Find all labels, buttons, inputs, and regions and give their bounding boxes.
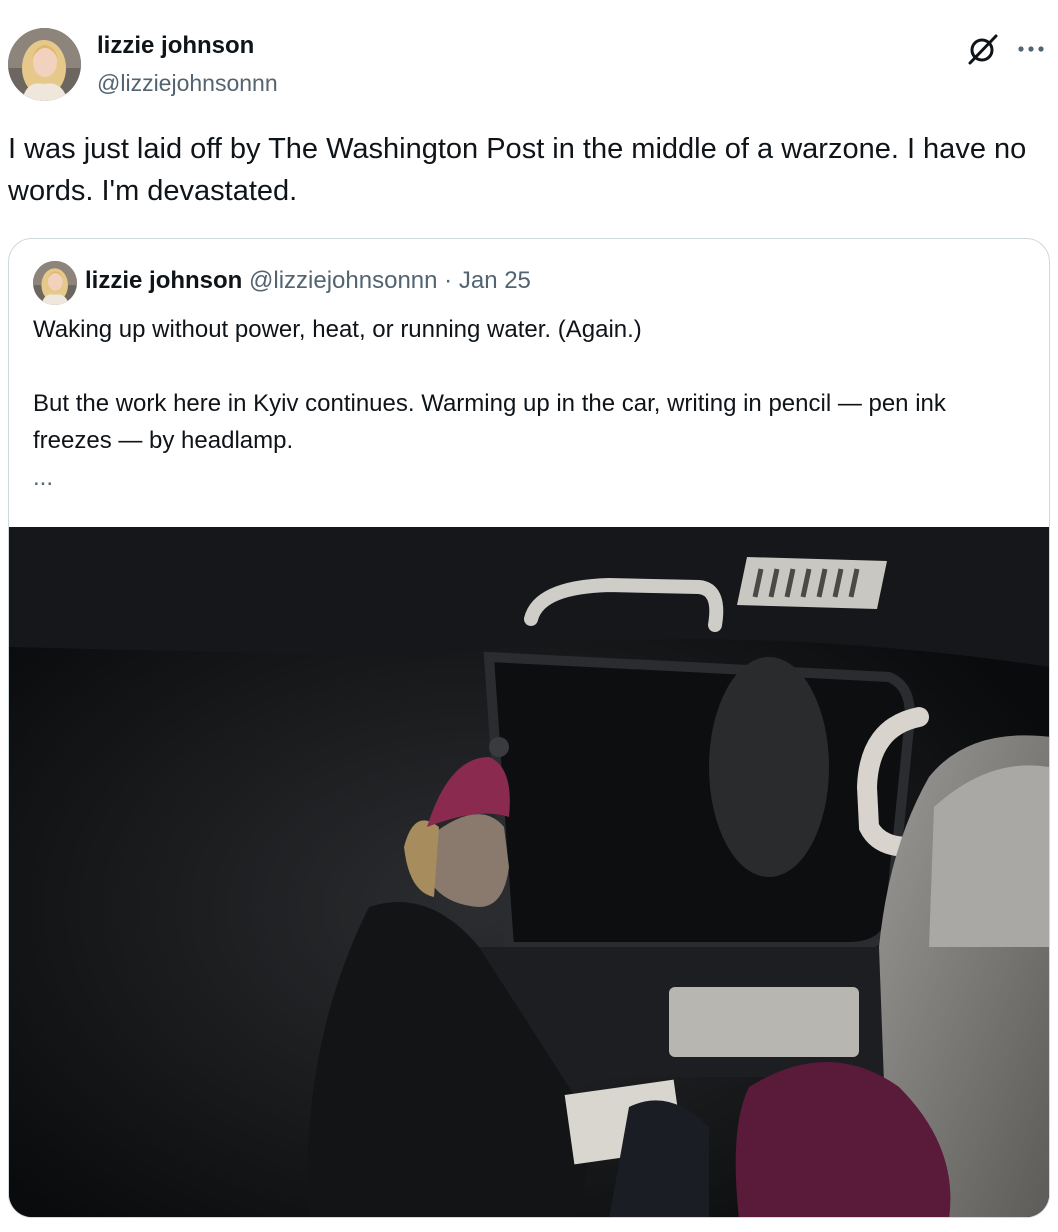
- quoted-line-2: But the work here in Kyiv continues. War…: [33, 390, 946, 454]
- author-avatar[interactable]: [8, 28, 81, 101]
- tweet-text: I was just laid off by The Washington Po…: [8, 133, 1027, 207]
- tweet: lizzie johnson @lizziejohnsonnn I was ju…: [0, 0, 1058, 1232]
- quoted-post-date: Jan 25: [458, 267, 531, 294]
- air-vent-icon: [737, 557, 887, 609]
- quoted-author-handle: @lizziejohnsonnn: [249, 267, 438, 294]
- quoted-post-header: lizzie johnson @lizziejohnsonnn · Jan 25: [85, 267, 531, 295]
- author-name[interactable]: lizzie johnson: [97, 32, 254, 60]
- quoted-author-avatar: [33, 261, 77, 305]
- quoted-post-photo[interactable]: [9, 527, 1049, 1217]
- quoted-line-1: Waking up without power, heat, or runnin…: [33, 316, 642, 343]
- quoted-post-text: Waking up without power, heat, or runnin…: [33, 311, 1023, 496]
- quoted-truncation: ...: [33, 464, 54, 491]
- quoted-author-name: lizzie johnson: [85, 267, 243, 294]
- more-options-icon[interactable]: [1014, 32, 1048, 66]
- author-handle[interactable]: @lizziejohnsonnn: [97, 70, 278, 97]
- grok-icon[interactable]: [966, 32, 1000, 66]
- quoted-separator: ·: [444, 267, 453, 294]
- quoted-post[interactable]: lizzie johnson @lizziejohnsonnn · Jan 25…: [8, 238, 1050, 1218]
